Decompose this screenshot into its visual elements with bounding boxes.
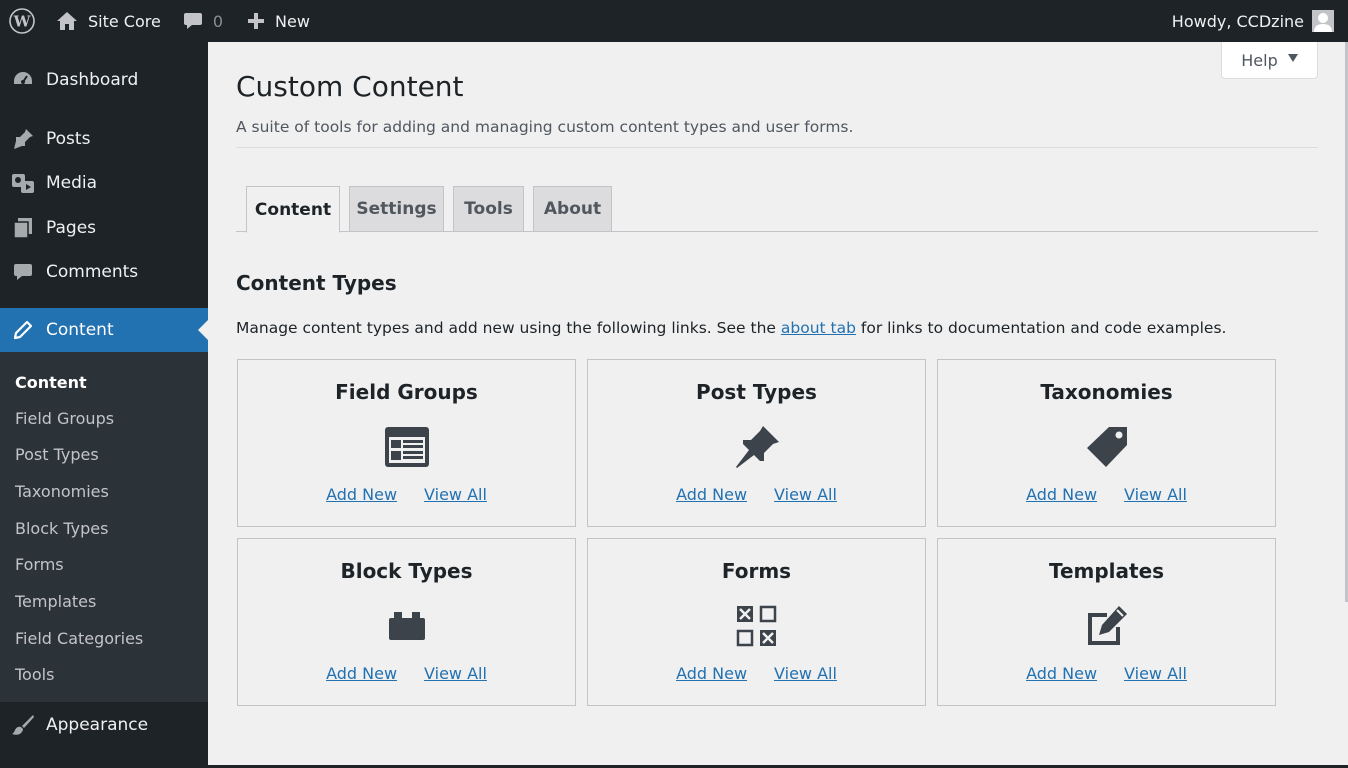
view-all-link[interactable]: View All [424, 485, 487, 504]
card-field-groups: Field Groups Add New View All [237, 359, 576, 527]
submenu-item-block-types[interactable]: Block Types [15, 519, 108, 538]
section-desc-text-end: for links to documentation and code exam… [855, 319, 1227, 337]
dashboard-icon [0, 69, 46, 91]
page-description: A suite of tools for adding and managing… [236, 118, 854, 136]
card-post-types: Post Types Add New View All [587, 359, 926, 527]
sidebar-item-comments[interactable]: Comments [0, 250, 208, 294]
sidebar-label: Pages [46, 218, 97, 238]
sidebar-label: Content [46, 320, 114, 340]
sidebar-item-appearance[interactable]: Appearance [0, 703, 208, 747]
sidebar-label: Dashboard [46, 70, 139, 90]
card-title: Block Types [340, 559, 473, 583]
tab-content[interactable]: Content [246, 186, 340, 233]
comments-link[interactable]: 0 [171, 0, 235, 42]
new-label: New [275, 11, 310, 31]
pages-icon [0, 217, 46, 239]
add-new-link[interactable]: Add New [326, 664, 397, 683]
plus-icon [248, 13, 265, 29]
submenu-item-post-types[interactable]: Post Types [15, 445, 99, 464]
main-content: Help Custom Content A suite of tools for… [208, 42, 1348, 768]
view-all-link[interactable]: View All [774, 664, 837, 683]
about-tab-link[interactable]: about tab [781, 319, 856, 337]
view-all-link[interactable]: View All [774, 485, 837, 504]
site-name-link[interactable]: Site Core [44, 0, 171, 42]
avatar [1312, 10, 1334, 32]
user-icon [1314, 13, 1332, 32]
nav-tabs: Content Settings Tools About [236, 186, 1318, 233]
card-title: Forms [721, 559, 792, 583]
card-title: Post Types [696, 380, 817, 404]
content-submenu: Content Field Groups Post Types Taxonomi… [0, 352, 208, 702]
add-new-link[interactable]: Add New [1026, 485, 1097, 504]
admin-sidebar: Dashboard Posts Media Pages Comments Con… [0, 42, 208, 768]
add-new-link[interactable]: Add New [676, 664, 747, 683]
block-icon [388, 612, 425, 640]
add-new-link[interactable]: Add New [326, 485, 397, 504]
card-taxonomies: Taxonomies Add New View All [937, 359, 1276, 527]
card-block-types: Block Types Add New View All [237, 538, 576, 706]
view-all-link[interactable]: View All [424, 664, 487, 683]
pushpin-icon [735, 426, 779, 468]
sidebar-label: Media [46, 173, 98, 193]
howdy-text: Howdy, CCDzine [1171, 11, 1304, 31]
submenu-item-forms[interactable]: Forms [15, 555, 64, 574]
sidebar-item-posts[interactable]: Posts [0, 117, 208, 161]
comment-icon [183, 13, 202, 29]
sidebar-item-content[interactable]: Content [0, 308, 208, 352]
view-all-link[interactable]: View All [1124, 485, 1187, 504]
submenu-item-field-groups[interactable]: Field Groups [15, 409, 114, 428]
card-forms: Forms Add New View All [587, 538, 926, 706]
divider [236, 147, 1318, 148]
sidebar-label: Posts [46, 129, 91, 149]
forms-icon [736, 605, 776, 647]
tab-about[interactable]: About [533, 186, 612, 232]
pencil-icon [0, 320, 46, 340]
wordpress-logo-button[interactable]: W [0, 0, 44, 42]
card-title: Field Groups [335, 380, 478, 404]
comments-count: 0 [212, 11, 224, 31]
caret-down-icon [1287, 54, 1298, 62]
sidebar-item-dashboard[interactable]: Dashboard [0, 58, 208, 102]
comment-icon [0, 262, 46, 282]
site-name: Site Core [88, 11, 161, 31]
sidebar-item-media[interactable]: Media [0, 161, 208, 205]
field-groups-icon [384, 427, 429, 467]
edit-page-icon [1087, 606, 1127, 645]
account-menu[interactable]: Howdy, CCDzine [1172, 0, 1334, 42]
page-scrollbar[interactable] [1344, 42, 1348, 768]
section-title: Content Types [236, 271, 397, 295]
sidebar-label: Appearance [46, 715, 149, 735]
submenu-item-taxonomies[interactable]: Taxonomies [15, 482, 109, 501]
add-new-link[interactable]: Add New [1026, 664, 1097, 683]
view-all-link[interactable]: View All [1124, 664, 1187, 683]
submenu-item-tools[interactable]: Tools [15, 665, 54, 684]
section-desc-text: Manage content types and add new using t… [236, 319, 781, 337]
section-description: Manage content types and add new using t… [236, 319, 1226, 337]
card-title: Taxonomies [1040, 380, 1173, 404]
tab-tools[interactable]: Tools [453, 186, 524, 232]
pushpin-icon [0, 128, 46, 150]
sidebar-label: Comments [46, 262, 139, 282]
help-label: Help [1241, 50, 1278, 70]
page-title: Custom Content [236, 70, 464, 103]
tag-icon [1086, 427, 1127, 467]
admin-bar: W Site Core 0 New Howdy, CCDzine [0, 0, 1348, 42]
submenu-item-templates[interactable]: Templates [15, 592, 96, 611]
new-content-button[interactable]: New [235, 0, 322, 42]
tab-settings[interactable]: Settings [349, 186, 444, 232]
brush-icon [0, 714, 46, 736]
svg-text:W: W [13, 13, 32, 31]
wordpress-icon: W [9, 8, 35, 34]
add-new-link[interactable]: Add New [676, 485, 747, 504]
help-button[interactable]: Help [1221, 42, 1318, 79]
media-icon [0, 172, 46, 194]
submenu-item-field-categories[interactable]: Field Categories [15, 629, 143, 648]
submenu-item-content[interactable]: Content [15, 373, 87, 392]
home-icon [57, 12, 77, 30]
card-title: Templates [1048, 559, 1165, 583]
sidebar-item-pages[interactable]: Pages [0, 206, 208, 250]
card-templates: Templates Add New View All [937, 538, 1276, 706]
